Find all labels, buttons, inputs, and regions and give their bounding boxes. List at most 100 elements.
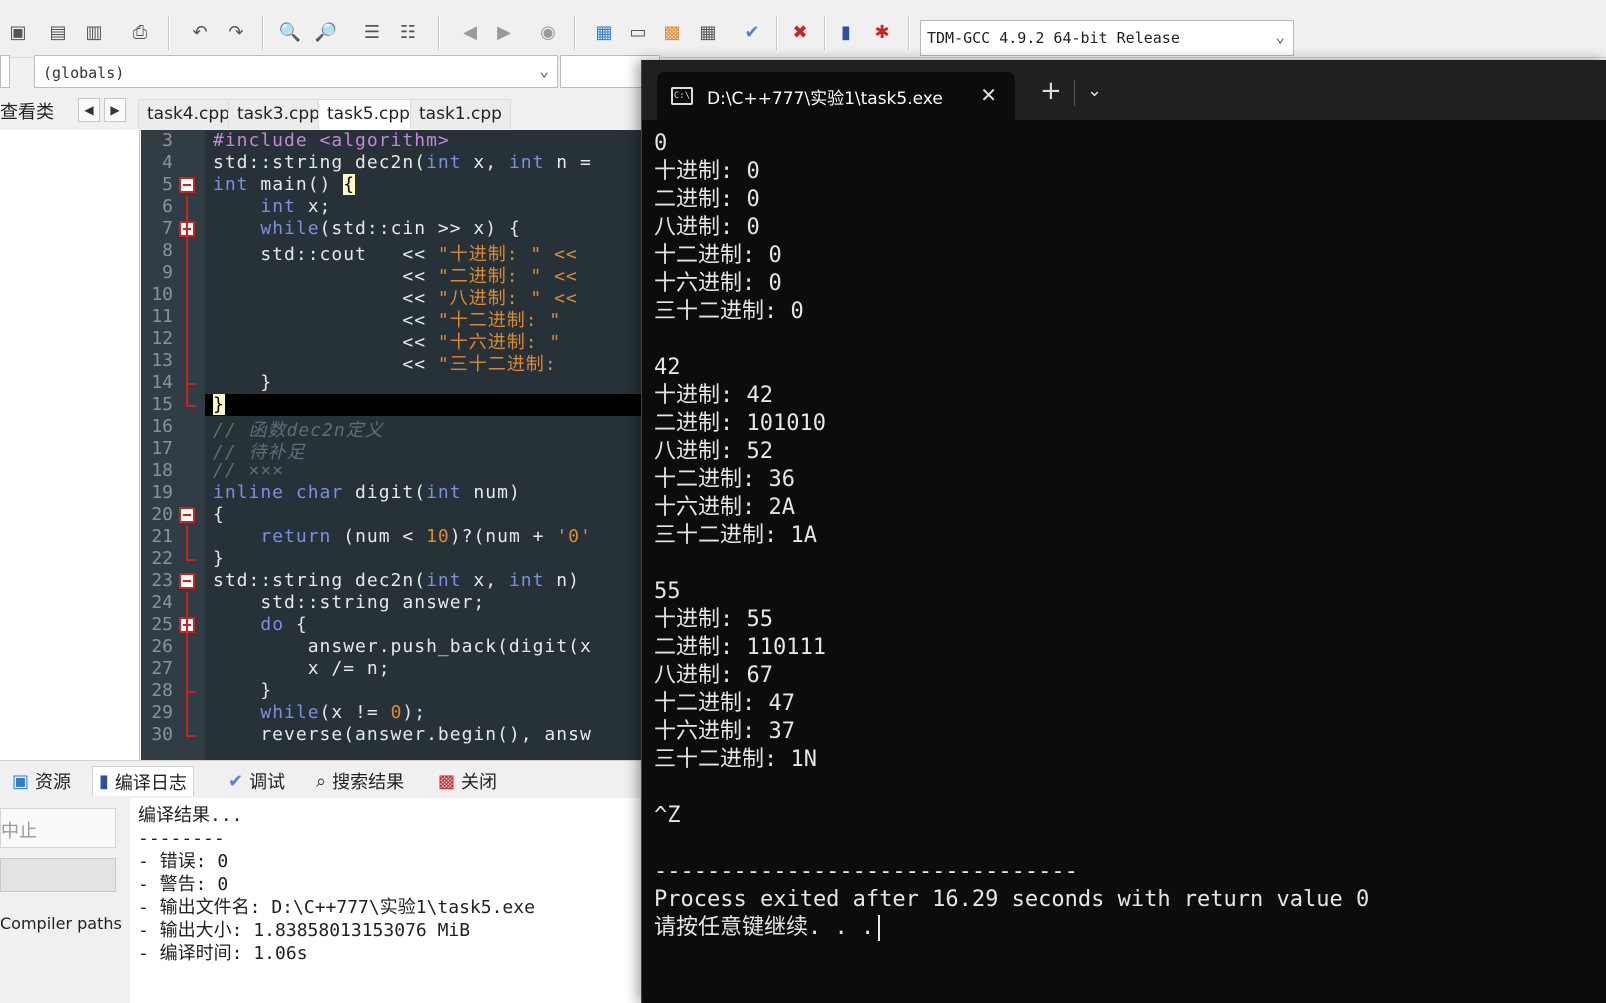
current-line-highlight [205, 394, 660, 416]
code-line[interactable]: } [213, 548, 225, 569]
terminal-line: 十六进制: 0 [654, 271, 782, 296]
terminal-output: 0 十进制: 0 二进制: 0 八进制: 0 十二进制: 0 十六进制: 0 三十二进制: … [654, 130, 1369, 942]
find-icon[interactable]: 🔍 [276, 18, 304, 46]
line-number: 15 [151, 394, 173, 415]
bottom-tab-2[interactable]: ✔ 调试 [222, 766, 291, 796]
code-line[interactable]: } [213, 680, 272, 701]
syntax-check-icon[interactable]: ✔ [738, 18, 766, 46]
code-line[interactable]: // ××× [213, 460, 284, 481]
terminal-line: 二进制: 0 [654, 187, 760, 212]
run-icon[interactable]: ▭ [624, 18, 652, 46]
stop-button[interactable]: 中止 [0, 808, 116, 848]
close-file-icon[interactable]: ▤ [44, 18, 72, 46]
save-all-icon[interactable]: ▣ [4, 18, 32, 46]
close-icon[interactable]: ✕ [980, 83, 997, 107]
code-line[interactable]: std::string answer; [213, 592, 485, 613]
tab-next-button[interactable]: ▶ [104, 98, 126, 122]
code-line[interactable]: inline char digit(int num) [213, 482, 521, 503]
indent-icon[interactable]: ☰ [358, 18, 386, 46]
fold-toggle-icon[interactable] [179, 507, 195, 523]
terminal-tab[interactable]: C:\ D:\C++777\实验1\task5.exe ✕ [657, 72, 1015, 120]
class-combo[interactable] [0, 55, 10, 88]
undo-icon[interactable]: ↶ [186, 18, 214, 46]
bottom-tab-0[interactable]: ▣ 资源 [6, 766, 77, 796]
line-number: 9 [162, 262, 173, 283]
compile-icon[interactable]: ▦ [590, 18, 618, 46]
code-line[interactable]: x /= n; [213, 658, 391, 679]
scope-select[interactable]: (globals) ⌄ [34, 55, 558, 88]
code-line[interactable]: do { [213, 614, 308, 635]
code-line[interactable]: { [213, 504, 225, 525]
bottom-tab-label: 编译日志 [114, 772, 187, 794]
tab-task1-cpp[interactable]: task1.cpp [410, 99, 511, 129]
compile-run-icon[interactable]: ▩ [658, 18, 686, 46]
toggle-comment-icon[interactable]: ◉ [534, 18, 562, 46]
terminal-line: 十二进制: 47 [654, 691, 795, 716]
code-editor[interactable]: 3 4 5 6 7 8 9 10 11 12 13 14 15 16 17 18 19 20 21 22 23 24 25 2… [141, 130, 660, 760]
redo-icon[interactable]: ↷ [222, 18, 250, 46]
print-icon[interactable]: ⎙ [126, 18, 154, 46]
rebuild-icon[interactable]: ▦ [694, 18, 722, 46]
bottom-tab-3[interactable]: ⌕ 搜索结果 [310, 766, 410, 796]
profile-icon[interactable]: ▮ [832, 18, 860, 46]
line-number: 24 [151, 592, 173, 613]
terminal-line: 十进制: 55 [654, 607, 773, 632]
terminal-line: 请按任意键继续. . . [654, 914, 1369, 942]
close-all-icon[interactable]: ▥ [80, 18, 108, 46]
line-number: 22 [151, 548, 173, 569]
code-line[interactable]: reverse(answer.begin(), answ [213, 724, 592, 745]
terminal-line: 八进制: 0 [654, 215, 760, 240]
terminal-line: 十二进制: 36 [654, 467, 795, 492]
terminal-line: 八进制: 52 [654, 439, 773, 464]
bookmark-prev-icon[interactable]: ◀ [456, 18, 484, 46]
line-number: 21 [151, 526, 173, 547]
line-number: 12 [151, 328, 173, 349]
fold-toggle-icon[interactable] [179, 177, 195, 193]
line-number: 18 [151, 460, 173, 481]
terminal-line: 十二进制: 0 [654, 243, 782, 268]
tab-task3-cpp[interactable]: task3.cpp [228, 99, 329, 129]
code-line[interactable]: answer.push_back(digit(x [213, 636, 592, 657]
debug-check-icon: ✔ [228, 770, 244, 792]
code-line[interactable]: #include <algorithm> [213, 130, 450, 151]
search-results-icon: ⌕ [316, 770, 327, 792]
code-line[interactable]: int x; [213, 196, 331, 217]
code-line[interactable]: while(x != 0); [213, 702, 426, 723]
line-number: 23 [151, 570, 173, 591]
console-icon: C:\ [671, 87, 693, 105]
tab-prev-button[interactable]: ◀ [78, 98, 100, 122]
fold-toggle-icon[interactable] [179, 573, 195, 589]
bottom-tab-1[interactable]: ▮ 编译日志 [92, 766, 194, 796]
line-number: 27 [151, 658, 173, 679]
chevron-down-icon: ⌄ [1275, 27, 1285, 46]
line-number: 25 [151, 614, 173, 635]
code-line[interactable]: std::string dec2n(int x, int n) [213, 570, 580, 591]
chevron-down-icon[interactable]: ⌄ [1087, 80, 1102, 101]
delete-profile-icon[interactable]: ✱ [868, 18, 896, 46]
code-line[interactable]: std::string dec2n(int x, int n = [213, 152, 604, 173]
bookmark-next-icon[interactable]: ▶ [490, 18, 518, 46]
compiler-paths-label: Compiler paths [0, 914, 122, 933]
replace-icon[interactable]: 🔎 [312, 18, 340, 46]
class-view-label[interactable]: 查看类 [0, 98, 54, 124]
tab-task5-cpp[interactable]: task5.cpp [318, 99, 419, 130]
line-gutter: 3 4 5 6 7 8 9 10 11 12 13 14 15 16 17 18 19 20 21 22 23 24 25 2… [141, 130, 205, 760]
code-line[interactable]: } [213, 394, 225, 415]
tab-task4-cpp[interactable]: task4.cpp [138, 99, 239, 129]
new-tab-icon[interactable]: + [1040, 76, 1062, 106]
compiler-select[interactable]: TDM-GCC 4.9.2 64-bit Release ⌄ [920, 20, 1294, 56]
unindent-icon[interactable]: ☷ [394, 18, 422, 46]
bottom-tab-4[interactable]: ▩ 关闭 [432, 766, 503, 796]
code-line[interactable]: } [213, 372, 272, 393]
bottom-tab-label: 调试 [249, 772, 286, 793]
code-line[interactable]: while(std::cin >> x) { [213, 218, 521, 239]
compile-log: 编译结果... -------- - 错误: 0 - 警告: 0 - 输出文件名… [130, 798, 660, 1003]
text-cursor [878, 915, 881, 941]
terminal-window[interactable]: C:\ D:\C++777\实验1\task5.exe ✕ + ⌄ 0 十进制: … [641, 60, 1606, 1003]
stop-execution-icon[interactable]: ✖ [786, 18, 814, 46]
terminal-line: 十进制: 42 [654, 383, 773, 408]
code-line[interactable]: return (num < 10)?(num + '0' [213, 526, 592, 547]
code-line[interactable]: int main() { [213, 174, 356, 195]
